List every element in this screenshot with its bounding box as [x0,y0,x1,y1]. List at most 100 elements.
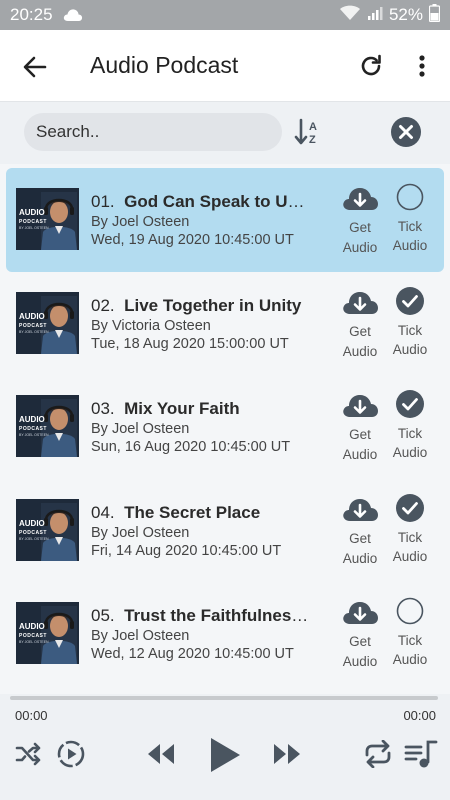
repeat-icon[interactable] [362,739,394,773]
get-audio-button[interactable]: Get Audio [338,389,382,464]
wifi-icon [339,5,361,26]
svg-text:Z: Z [309,134,316,146]
thumbnail-subtitle: PODCAST [19,633,47,639]
fast-forward-icon[interactable] [272,741,302,772]
check-circle-icon [396,390,424,418]
list-item[interactable]: AUDIO PODCAST BY JOEL OSTEEN 02. Live To… [6,272,444,376]
duration-time: 00:00 [403,708,436,723]
app-bar: Audio Podcast [0,30,450,102]
get-audio-button[interactable]: Get Audio [338,286,382,361]
tick-audio-button[interactable]: Tick Audio [388,596,432,669]
tick-audio-label-1: Tick [397,633,423,648]
rewind-icon[interactable] [146,741,176,772]
episode-number: 01. [91,192,115,211]
tick-audio-label-1: Tick [397,322,423,338]
sort-alpha-icon[interactable]: AZ [294,116,324,148]
episode-title: 02. Live Together in Unity [91,296,311,316]
episode-number: 03. [91,399,115,418]
tick-audio-label-2: Audio [392,445,428,460]
episode-author: By Joel Osteen [91,214,190,230]
check-circle-icon [396,493,424,522]
get-audio-label-1: Get [349,530,371,546]
get-audio-label-2: Audio [342,550,378,566]
get-audio-button[interactable]: Get Audio [338,596,382,671]
get-audio-button[interactable]: Get Audio [338,493,382,568]
play-icon[interactable] [208,736,242,779]
episode-author: By Joel Osteen [91,421,190,437]
get-audio-label-1: Get [349,427,371,442]
tick-audio-label-2: Audio [392,652,428,667]
episode-author: By Joel Osteen [91,524,190,541]
refresh-icon[interactable] [357,52,385,80]
list-item[interactable]: AUDIO PODCAST BY JOEL OSTEEN 01. God Can… [6,168,444,272]
empty-circle-icon [396,597,424,625]
episode-number: 04. [91,502,115,522]
tick-audio-label-2: Audio [392,341,428,357]
tick-audio-button[interactable]: Tick Audio [388,182,432,255]
playlist-music-icon[interactable] [404,738,438,775]
thumbnail-byline: BY JOEL OSTEEN [19,433,49,437]
thumbnail-byline: BY JOEL OSTEEN [19,226,49,230]
cloud-icon [63,8,83,22]
episode-title: 05. Trust the Faithfulness of God [91,606,311,626]
shuffle-icon[interactable] [14,740,42,773]
episode-date: Fri, 14 Aug 2020 10:45:00 UT [91,542,282,559]
svg-text:A: A [309,121,317,133]
thumbnail-byline: BY JOEL OSTEEN [19,536,49,541]
episode-name: God Can Speak to Us Through [124,192,311,211]
check-circle-icon [396,286,424,315]
battery-icon [428,3,441,27]
episode-title: 01. God Can Speak to Us Through [91,192,311,212]
tick-audio-label-2: Audio [392,238,428,253]
episode-list: AUDIO PODCAST BY JOEL OSTEEN 01. God Can… [0,164,450,694]
thumbnail-title: AUDIO [19,622,45,631]
status-time: 20:25 [10,5,53,24]
tick-audio-button[interactable]: Tick Audio [388,389,432,462]
get-audio-label-1: Get [349,323,371,339]
podcast-thumbnail: AUDIO PODCAST BY JOEL OSTEEN [16,291,79,354]
tick-audio-label-1: Tick [397,529,423,545]
signal-icon [367,5,383,26]
thumbnail-subtitle: PODCAST [19,426,47,432]
episode-title: 04. The Secret Place [91,503,311,523]
cloud-download-icon [343,291,378,314]
list-item[interactable]: AUDIO PODCAST BY JOEL OSTEEN 04. The Sec… [6,479,444,583]
arrow-left-icon[interactable] [22,54,48,80]
podcast-thumbnail: AUDIO PODCAST BY JOEL OSTEEN [16,395,79,457]
get-audio-label-2: Audio [342,447,378,462]
podcast-thumbnail: AUDIO PODCAST BY JOEL OSTEEN [16,498,79,561]
list-item[interactable]: AUDIO PODCAST BY JOEL OSTEEN 03. Mix You… [6,375,444,479]
get-audio-label-2: Audio [342,240,378,255]
thumbnail-title: AUDIO [19,415,45,424]
get-audio-label-2: Audio [342,654,378,669]
thumbnail-title: AUDIO [19,311,45,321]
tick-audio-label-1: Tick [397,219,423,234]
get-audio-label-2: Audio [342,343,378,359]
more-vertical-icon[interactable] [412,52,432,80]
elapsed-time: 00:00 [15,708,48,723]
podcast-thumbnail: AUDIO PODCAST BY JOEL OSTEEN [16,188,79,250]
list-item[interactable]: AUDIO PODCAST BY JOEL OSTEEN 05. Trust t… [6,582,444,686]
play-circle-dashed-icon[interactable] [56,739,86,774]
episode-date: Tue, 18 Aug 2020 15:00:00 UT [91,335,289,352]
tick-audio-button[interactable]: Tick Audio [388,493,432,566]
tick-audio-button[interactable]: Tick Audio [388,286,432,359]
close-circle-icon[interactable] [389,115,423,149]
cloud-download-icon [343,188,378,210]
progress-bar[interactable] [10,696,438,700]
episode-date: Wed, 12 Aug 2020 10:45:00 UT [91,646,294,662]
search-row: AZ [0,102,450,164]
thumbnail-title: AUDIO [19,518,45,528]
episode-name: Trust the Faithfulness of God [124,606,311,625]
episode-date: Sun, 16 Aug 2020 10:45:00 UT [91,439,291,455]
thumbnail-subtitle: PODCAST [19,322,47,329]
audio-player: 00:00 00:00 [0,694,450,800]
episode-title: 03. Mix Your Faith [91,399,311,419]
get-audio-button[interactable]: Get Audio [338,182,382,257]
page-title: Audio Podcast [90,52,239,78]
cloud-download-icon [343,395,378,417]
search-input[interactable] [24,113,282,151]
cloud-download-icon [343,602,378,624]
thumbnail-byline: BY JOEL OSTEEN [19,640,49,644]
episode-date: Wed, 19 Aug 2020 10:45:00 UT [91,232,294,248]
